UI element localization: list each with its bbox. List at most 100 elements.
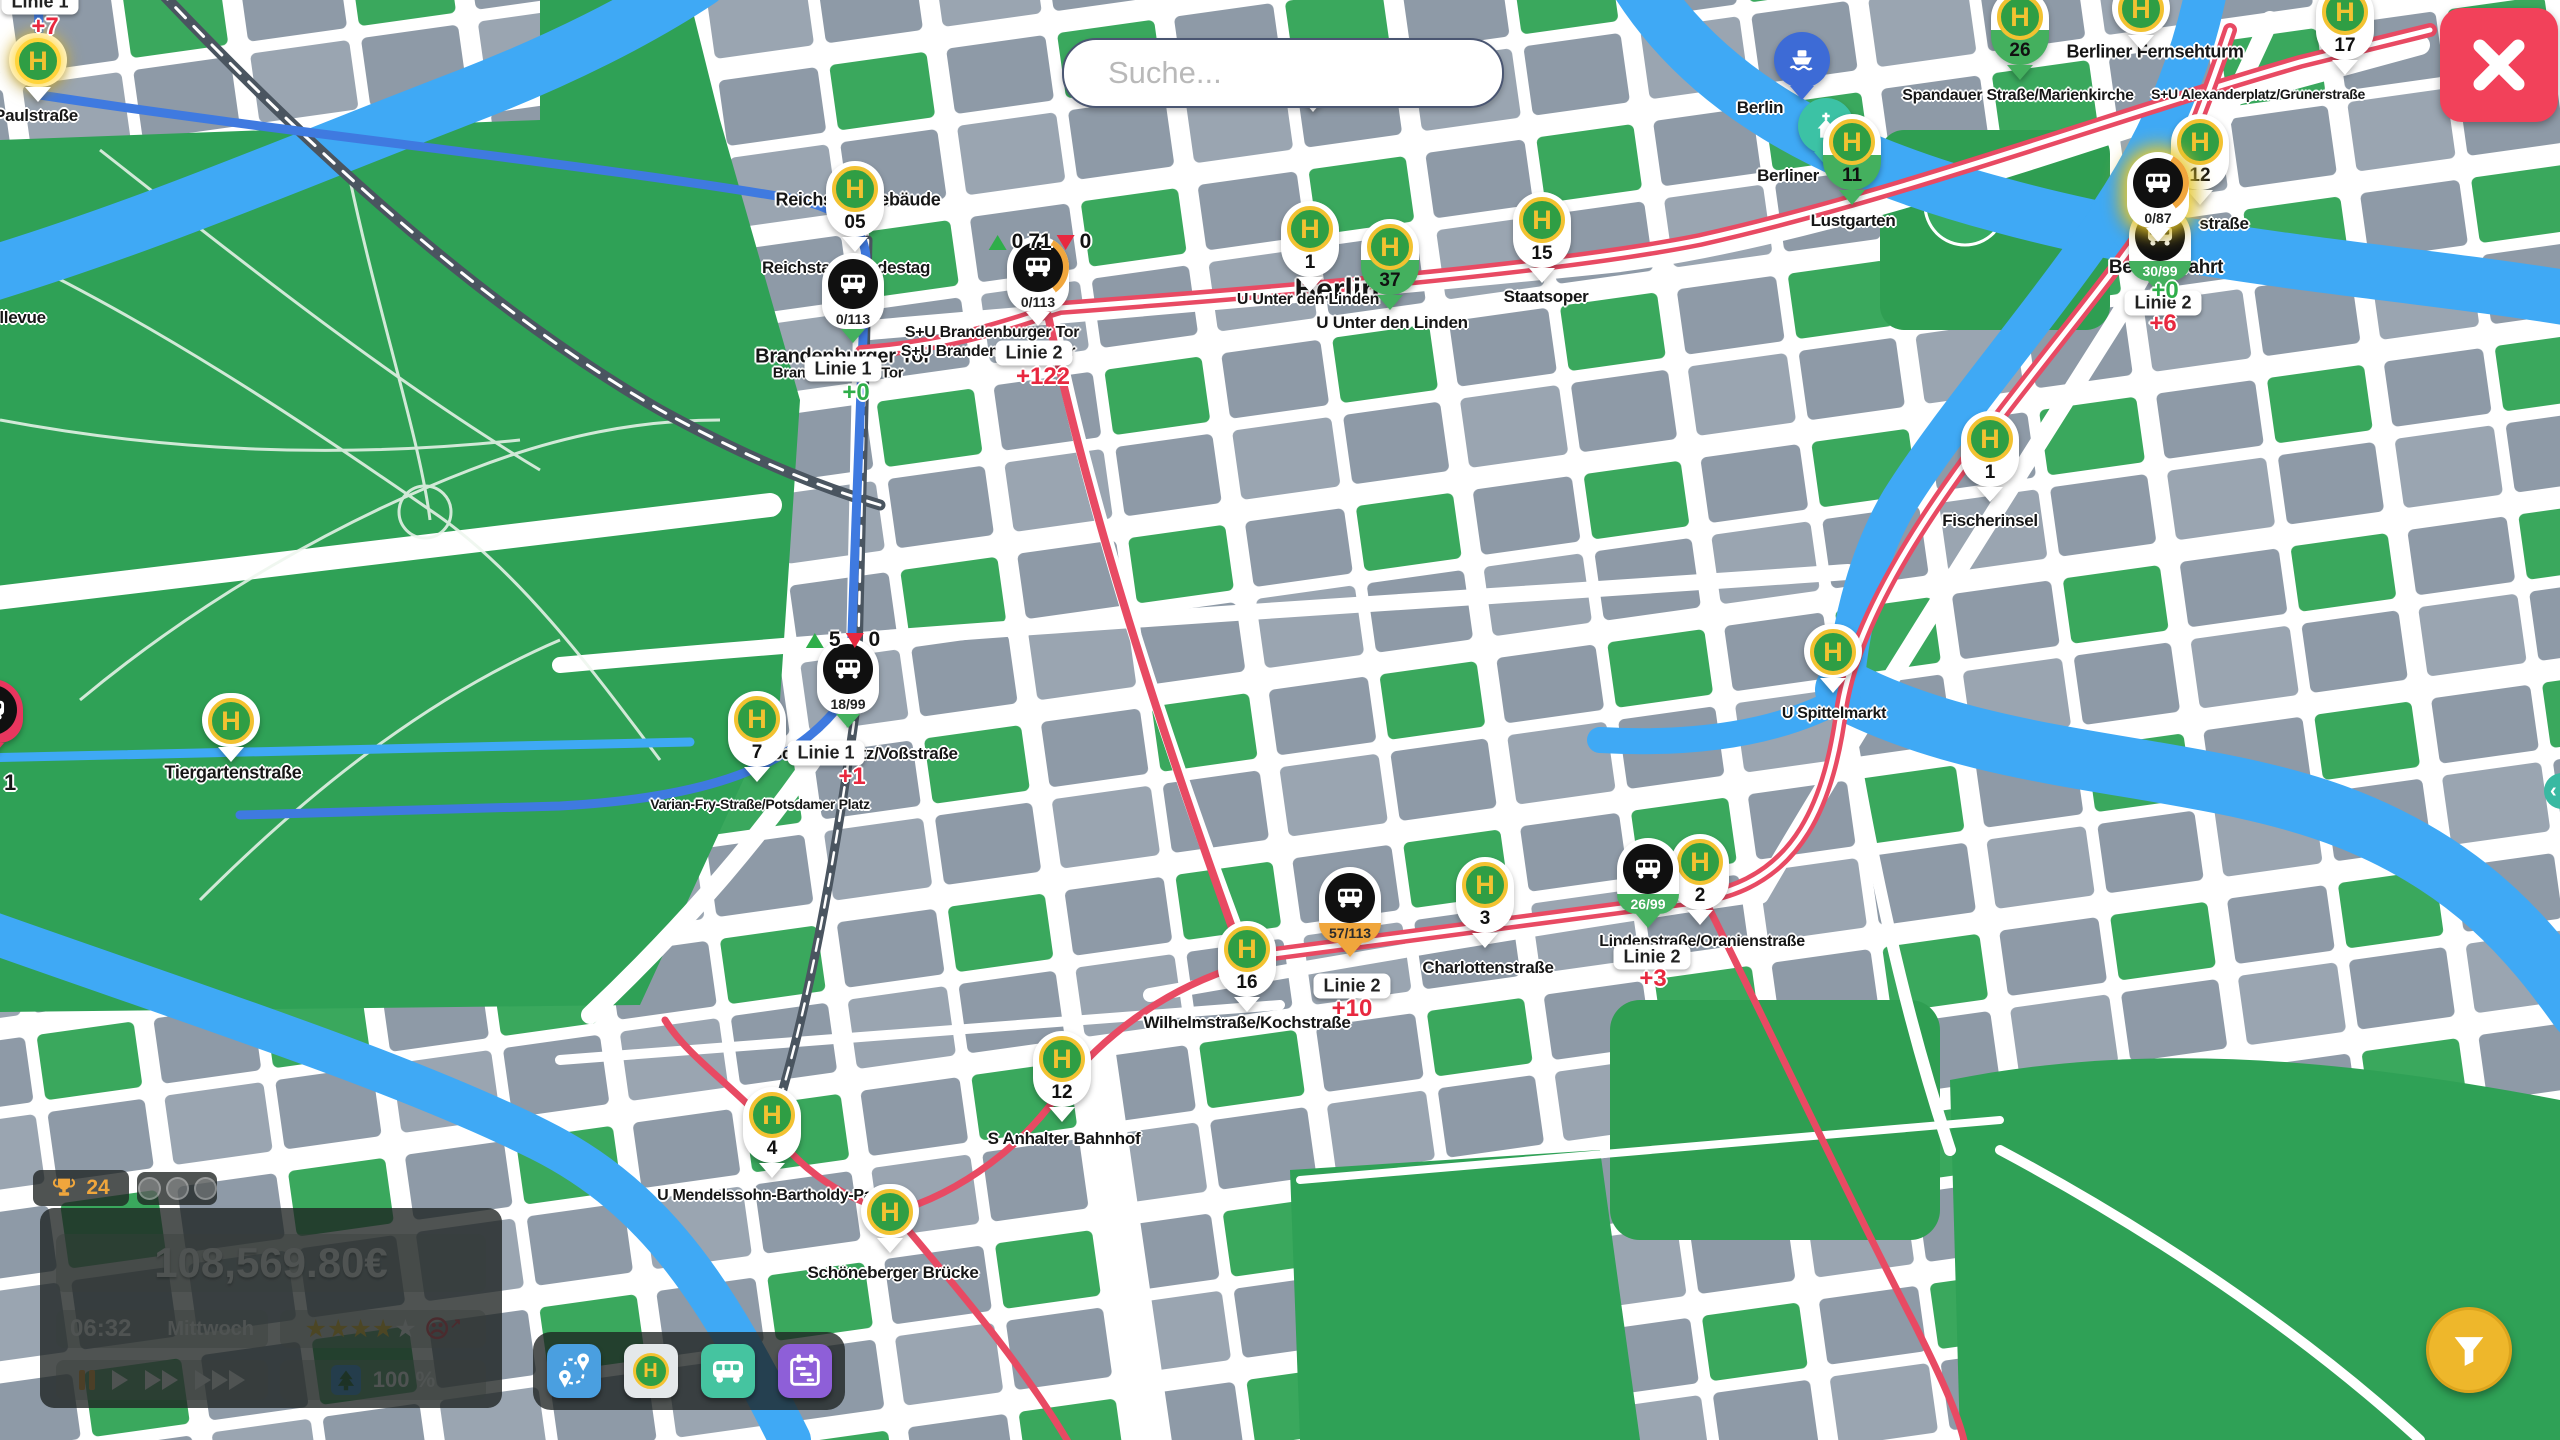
close-icon (2464, 30, 2534, 100)
bus-stop-pin[interactable]: H4 (743, 1087, 801, 1178)
trophy-panel[interactable]: 24 (33, 1170, 129, 1206)
bus-marker[interactable]: 26/99 (1617, 838, 1679, 928)
stop-number: 1 (1985, 462, 1996, 484)
stop-number: 12 (1051, 1082, 1072, 1104)
bus-stop-pin[interactable]: H3 (1456, 857, 1514, 948)
bus-stop-pin[interactable]: H15 (1513, 192, 1571, 283)
indicator-number: 0 (1012, 230, 1024, 254)
bus-stop-pin[interactable]: H05 (826, 161, 884, 252)
bus-stop-pin[interactable]: H37 (1361, 219, 1419, 310)
indicator-number: 71 (1028, 230, 1051, 254)
bus-stop-pin[interactable]: H7 (728, 691, 786, 782)
filter-button[interactable] (2426, 1307, 2512, 1393)
bus-stop-icon: H (1967, 416, 2013, 462)
stops-button[interactable]: H (624, 1344, 678, 1398)
alighting-down-icon (1057, 235, 1075, 250)
stop-pin-tip (1839, 190, 1865, 205)
bus-marker-tip (1026, 312, 1050, 326)
delay-value: +0 (842, 379, 869, 407)
bus-marker[interactable] (0, 679, 23, 757)
map-label: Staatsoper (1504, 287, 1589, 307)
bus-marker[interactable]: 0/87 (2127, 152, 2189, 242)
bus-icon (0, 685, 17, 735)
stop-pin-body: H2 (1671, 834, 1729, 910)
stop-pin-body: H37 (1361, 219, 1419, 295)
bus-stop-icon: H (1367, 224, 1413, 270)
bus-marker-body (0, 679, 23, 743)
map-label: Paulstraße (0, 106, 78, 126)
map-label: U Unter den Linden (1237, 291, 1379, 309)
map-label: Bellevue (0, 308, 46, 328)
line-badge[interactable]: Linie 1 (787, 741, 864, 766)
stop-pin-tip (1049, 1107, 1075, 1122)
stop-pin-tip (842, 237, 868, 252)
bus-stop-pin[interactable]: H1 (1961, 411, 2019, 502)
alighting-down-icon (846, 633, 864, 648)
achievement-icon (138, 1177, 161, 1200)
bus-icon (708, 1351, 748, 1391)
bus-stop-icon: H (1677, 839, 1723, 885)
map-label: Varian-Fry-Straße/Potsdamer Platz (650, 796, 870, 812)
close-button[interactable] (2440, 8, 2558, 122)
line-badge[interactable]: Linie 2 (995, 341, 1072, 366)
delay-value: +0 (2151, 277, 2178, 305)
bus-marker-tip (1338, 943, 1362, 957)
poi-pin[interactable] (1774, 32, 1830, 100)
bus-marker-tip (0, 743, 4, 757)
bus-stop-pin[interactable]: H17 (2316, 0, 2374, 75)
stop-number: 37 (1379, 270, 1400, 292)
map-label: S Anhalter Bahnhof (988, 1129, 1141, 1149)
bus-stop-pin[interactable]: H2 (1671, 834, 1729, 925)
stop-number: 16 (1236, 972, 1257, 994)
bus-stop-pin[interactable]: H (1804, 624, 1862, 693)
route-icon (554, 1351, 594, 1391)
delay-value: +6 (2149, 310, 2176, 338)
bus-marker-body: 0/113 (822, 253, 884, 329)
stop-pin-body: H (1804, 624, 1862, 678)
bus-stop-pin[interactable]: H (9, 33, 67, 102)
routes-button[interactable] (547, 1344, 601, 1398)
bus-stop-icon: H (208, 698, 254, 744)
bus-stop-pin[interactable]: H12 (1033, 1031, 1091, 1122)
stop-pin-tip (2128, 35, 2154, 50)
stop-number: 2 (1695, 885, 1706, 907)
stop-pin-body: H7 (728, 691, 786, 767)
stop-pin-tip (2187, 190, 2213, 205)
indicator-number: 5 (829, 628, 841, 652)
stop-pin-tip (1529, 268, 1555, 283)
line-badge[interactable]: Linie 1 (804, 357, 881, 382)
stop-pin-tip (1377, 295, 1403, 310)
stop-pin-tip (1472, 933, 1498, 948)
bus-marker[interactable]: 57/113 (1319, 867, 1381, 957)
stop-pin-body: H (202, 693, 260, 747)
map-label: Fischerinsel (1942, 511, 2038, 531)
stop-number: 7 (752, 742, 763, 764)
stop-pin-tip (1234, 997, 1260, 1012)
bus-stop-pin[interactable]: H (202, 693, 260, 762)
bus-stop-pin[interactable]: H11 (1823, 114, 1881, 205)
bus-stop-pin[interactable]: H (2112, 0, 2170, 50)
achievements-panel[interactable] (137, 1172, 217, 1205)
map-label: Spandauer Straße/Marienkirche (1902, 87, 2133, 105)
passenger-count: 0/113 (822, 309, 884, 329)
stop-number: 05 (844, 212, 865, 234)
bus-stop-pin[interactable]: H16 (1218, 921, 1276, 1012)
bus-stop-icon: H (1287, 206, 1333, 252)
bus-stop-icon: H (15, 38, 61, 84)
bus-marker[interactable]: 0/113 (822, 253, 884, 343)
buses-button[interactable] (701, 1344, 755, 1398)
bottom-toolbar: H (533, 1332, 845, 1410)
bus-stop-icon: H (832, 166, 878, 212)
bus-stop-pin[interactable]: H (861, 1184, 919, 1253)
delay-value: +3 (1639, 965, 1666, 993)
bus-icon-wrap (1325, 873, 1375, 923)
delay-value: +7 (31, 13, 58, 41)
schedule-button[interactable] (778, 1344, 832, 1398)
search-input[interactable] (1106, 54, 1478, 92)
bus-stop-icon: H (734, 696, 780, 742)
map-label: Charlottenstraße (1422, 958, 1553, 978)
bus-stop-pin[interactable]: H1 (1281, 201, 1339, 292)
schedule-icon (785, 1351, 825, 1391)
search-bar (1062, 38, 1504, 108)
bus-stop-pin[interactable]: H26 (1991, 0, 2049, 80)
